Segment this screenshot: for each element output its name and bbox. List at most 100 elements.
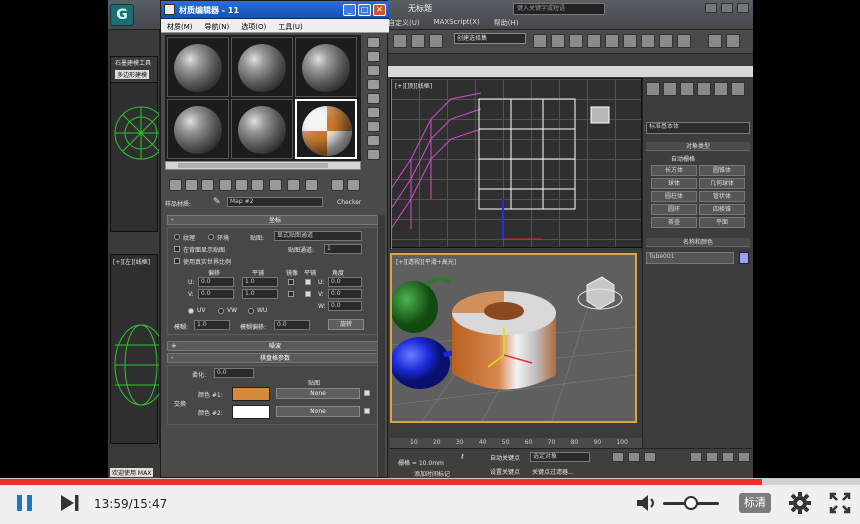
close-icon[interactable]: ✕ — [373, 4, 386, 16]
pan-icon[interactable] — [706, 452, 718, 462]
menu-maxscript[interactable]: MAXScript(X) — [434, 18, 480, 28]
minimize-icon[interactable]: _ — [343, 4, 356, 16]
u-mirror-checkbox[interactable] — [288, 279, 294, 285]
hierarchy-tab-icon[interactable] — [680, 82, 694, 96]
render-setup-icon[interactable] — [641, 34, 655, 48]
next-icon[interactable] — [58, 490, 82, 516]
material-name-field[interactable]: Map #2 — [227, 197, 323, 207]
put-to-scene-icon[interactable] — [185, 179, 198, 191]
viewport-front[interactable]: [+][顶][线框] — [390, 78, 642, 249]
sphere-button[interactable]: 球体 — [651, 178, 697, 189]
backlight-icon[interactable] — [367, 51, 380, 62]
slots-scrollbar[interactable] — [165, 161, 361, 170]
link-icon[interactable] — [411, 34, 425, 48]
create-tab-icon[interactable] — [646, 82, 660, 96]
sample-slot[interactable] — [167, 37, 229, 97]
tube-button[interactable]: 管状体 — [699, 191, 745, 202]
utilities-tab-icon[interactable] — [731, 82, 745, 96]
display-tab-icon[interactable] — [714, 82, 728, 96]
video-progress-bar[interactable] — [0, 479, 860, 485]
primitive-type-dropdown[interactable]: 标准基本体 — [646, 122, 750, 134]
motion-tab-icon[interactable] — [697, 82, 711, 96]
minimize-icon[interactable] — [705, 3, 717, 13]
mapping-dropdown[interactable]: 显式贴图通道 — [274, 231, 362, 241]
put-to-library-icon[interactable] — [251, 179, 264, 191]
volume-icon[interactable] — [634, 490, 658, 516]
name-color-header[interactable]: 名称和颜色 — [646, 238, 750, 247]
next-frame-icon[interactable] — [644, 452, 656, 462]
navigator-icon[interactable] — [367, 149, 380, 160]
viewport-perspective[interactable]: [+][透视][平滑+高光] — [390, 253, 637, 423]
cylinder-button[interactable]: 圆柱体 — [651, 191, 697, 202]
reset-map-icon[interactable] — [219, 179, 232, 191]
background-icon[interactable] — [367, 65, 380, 76]
auto-grid-label[interactable]: 自动栅格 — [671, 154, 695, 163]
selected-dropdown[interactable]: 选定对象 — [530, 452, 590, 462]
u-offset-spinner[interactable]: 0.0 — [198, 277, 234, 287]
sample-slot[interactable] — [167, 99, 229, 159]
uv-tiling-icon[interactable] — [367, 79, 380, 90]
assign-material-icon[interactable] — [201, 179, 214, 191]
color1-map-button[interactable]: None — [276, 388, 360, 399]
set-key-button[interactable]: 设置关键点 — [490, 467, 520, 476]
checker-params-rollout-header[interactable]: - 棋盘格参数 — [167, 353, 383, 363]
geosphere-button[interactable]: 几何球体 — [699, 178, 745, 189]
fullscreen-icon[interactable] — [828, 490, 852, 516]
w-angle-spinner[interactable]: 0.0 — [328, 301, 362, 311]
curve-editor-icon[interactable] — [587, 34, 601, 48]
close-icon[interactable] — [737, 3, 749, 13]
menu-customize[interactable]: 自定义(U) — [388, 18, 420, 28]
pyramid-button[interactable]: 四棱锥 — [699, 204, 745, 215]
menu-utilities[interactable]: 工具(U) — [272, 19, 309, 32]
object-name-field[interactable]: Tube001 — [646, 252, 734, 264]
viewport-top[interactable] — [110, 82, 168, 232]
material-editor-icon[interactable] — [623, 34, 637, 48]
go-forward-sibling-icon[interactable] — [347, 179, 360, 191]
video-check-icon[interactable] — [367, 93, 380, 104]
align-icon[interactable] — [551, 34, 565, 48]
move-icon[interactable] — [429, 34, 443, 48]
sample-slot[interactable] — [231, 37, 293, 97]
select-icon[interactable] — [393, 34, 407, 48]
make-preview-icon[interactable] — [367, 107, 380, 118]
u-tiling-spinner[interactable]: 1.0 — [242, 277, 278, 287]
menu-help[interactable]: 帮助(H) — [494, 18, 519, 28]
color1-swatch[interactable] — [232, 387, 270, 401]
volume-knob[interactable] — [684, 496, 698, 510]
teapot-render-icon[interactable] — [708, 34, 722, 48]
quality-button[interactable]: 标清 — [739, 493, 771, 513]
pause-icon[interactable] — [14, 490, 36, 516]
object-color-swatch[interactable] — [739, 252, 749, 264]
get-material-icon[interactable] — [169, 179, 182, 191]
v-mirror-checkbox[interactable] — [288, 291, 294, 297]
zoom-icon[interactable] — [690, 452, 702, 462]
max-search-input[interactable]: 键入关键字或短语 — [513, 3, 605, 15]
vw-radio[interactable] — [218, 308, 224, 314]
maximize-viewport-icon[interactable] — [738, 452, 750, 462]
gear-icon[interactable] — [787, 490, 813, 516]
blur-spinner[interactable]: 1.0 — [194, 320, 230, 330]
swap-button[interactable]: 交换 — [174, 399, 186, 408]
menu-navigation[interactable]: 导航(N) — [199, 19, 236, 32]
render-frame-icon[interactable] — [659, 34, 673, 48]
max-app-icon[interactable]: G — [110, 4, 134, 26]
object-type-header[interactable]: 对象类型 — [646, 142, 750, 151]
select-by-material-icon[interactable] — [367, 135, 380, 146]
teapot-button[interactable]: 茶壶 — [651, 217, 697, 228]
map-channel-spinner[interactable]: 1 — [324, 244, 362, 254]
sample-slot[interactable] — [295, 37, 357, 97]
wu-radio[interactable] — [248, 308, 254, 314]
play-icon[interactable] — [628, 452, 640, 462]
texture-radio[interactable] — [174, 234, 180, 240]
real-world-checkbox[interactable] — [174, 258, 180, 264]
show-on-back-checkbox[interactable] — [174, 246, 180, 252]
make-unique-icon[interactable] — [235, 179, 248, 191]
material-editor-title-bar[interactable]: 材质编辑器 - 11 _ □ ✕ — [161, 1, 389, 19]
schematic-icon[interactable] — [605, 34, 619, 48]
color2-swatch[interactable] — [232, 405, 270, 419]
time-ruler[interactable]: 10 20 30 40 50 60 70 80 90 100 — [390, 438, 642, 448]
v-angle-spinner[interactable]: 0.0 — [328, 289, 362, 299]
restore-icon[interactable]: □ — [358, 4, 371, 16]
maximize-icon[interactable] — [721, 3, 733, 13]
environ-radio[interactable] — [208, 234, 214, 240]
